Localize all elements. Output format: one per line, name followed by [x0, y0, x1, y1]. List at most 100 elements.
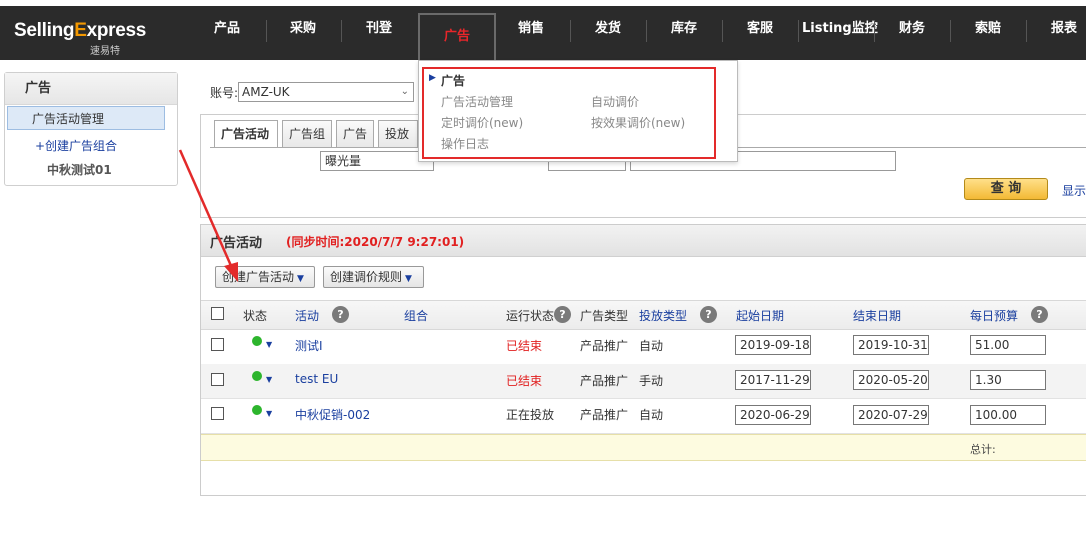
- query-button[interactable]: 查 询: [964, 178, 1048, 200]
- nav-item-listing-monitor[interactable]: Listing监控: [802, 14, 878, 44]
- nav-item-listing[interactable]: 刊登: [356, 14, 402, 44]
- nav-item-products[interactable]: 产品: [204, 14, 250, 44]
- nav-item-claims[interactable]: 索赔: [965, 14, 1011, 44]
- create-campaign-button[interactable]: 创建广告活动 ▼: [215, 266, 315, 288]
- page-root: SellingExpress 速易特 产品 采购 刊登 广告 销售 发货 库存 …: [0, 0, 1086, 550]
- nav-divider: [798, 20, 799, 42]
- column-daily-budget[interactable]: 每日预算: [970, 307, 1018, 324]
- column-run-status: 运行状态: [506, 309, 555, 323]
- status-dot-icon: [252, 405, 262, 415]
- menu-item-operation-log[interactable]: 操作日志: [441, 135, 489, 152]
- column-campaign[interactable]: 活动: [295, 307, 319, 324]
- daily-budget-input[interactable]: 51.00: [970, 335, 1046, 355]
- nav-divider: [950, 20, 951, 42]
- ad-type: 产品推广: [580, 339, 629, 353]
- status-menu-caret-icon[interactable]: ▼: [266, 375, 272, 384]
- select-all-checkbox[interactable]: [211, 307, 224, 320]
- tab-ads[interactable]: 广告: [336, 120, 374, 148]
- nav-item-reports[interactable]: 报表: [1042, 14, 1086, 44]
- caret-down-icon: ▼: [297, 274, 304, 284]
- status-menu-caret-icon[interactable]: ▼: [266, 340, 272, 349]
- end-date-input[interactable]: 2020-07-29: [853, 405, 929, 425]
- account-select[interactable]: AMZ-UK ⌄: [238, 82, 414, 102]
- end-date-input[interactable]: 2020-05-20: [853, 370, 929, 390]
- sidebar-title: 广告: [5, 73, 177, 105]
- column-end-date[interactable]: 结束日期: [853, 307, 901, 324]
- nav-item-purchasing[interactable]: 采购: [280, 14, 326, 44]
- nav-item-shipping[interactable]: 发货: [585, 14, 631, 44]
- create-campaign-label: 创建广告活动: [222, 270, 295, 284]
- menu-item-performance-bidding[interactable]: 按效果调价(new): [591, 114, 685, 131]
- show-link[interactable]: 显示: [1062, 182, 1086, 199]
- column-targeting-type[interactable]: 投放类型: [639, 307, 687, 324]
- account-label: 账号:: [210, 86, 239, 100]
- row-checkbox[interactable]: [211, 373, 224, 386]
- status-dot-icon: [252, 336, 262, 346]
- start-date-input[interactable]: 2019-09-18: [735, 335, 811, 355]
- sidebar-item-create-portfolio[interactable]: +创建广告组合: [35, 137, 117, 154]
- nav-item-inventory[interactable]: 库存: [661, 14, 707, 44]
- metric-select[interactable]: 曝光量: [320, 151, 434, 171]
- nav-item-customer-service[interactable]: 客服: [737, 14, 783, 44]
- daily-budget-input[interactable]: 1.30: [970, 370, 1046, 390]
- nav-item-advertising[interactable]: 广告: [418, 13, 496, 61]
- column-ad-type: 广告类型: [580, 309, 629, 323]
- nav-divider: [1026, 20, 1027, 42]
- tab-targeting[interactable]: 投放: [378, 120, 418, 148]
- brand-chinese-name: 速易特: [90, 46, 120, 57]
- start-date-input[interactable]: 2020-06-29: [735, 405, 811, 425]
- tab-campaigns[interactable]: 广告活动: [214, 120, 278, 148]
- nav-divider: [646, 20, 647, 42]
- campaign-name-link[interactable]: test EU: [295, 372, 338, 386]
- help-icon[interactable]: ?: [1031, 306, 1048, 323]
- targeting-type: 自动: [639, 408, 664, 422]
- caret-down-icon: ▼: [405, 274, 412, 284]
- chevron-down-icon: ⌄: [400, 86, 409, 97]
- total-label: 总计:: [970, 443, 996, 456]
- nav-item-finance[interactable]: 财务: [889, 14, 935, 44]
- sidebar-item-portfolio[interactable]: 中秋测试01: [47, 161, 112, 178]
- campaign-name-link[interactable]: 测试I: [295, 337, 323, 354]
- run-status: 正在投放: [506, 408, 555, 422]
- column-status: 状态: [243, 309, 268, 323]
- targeting-type: 手动: [639, 374, 664, 388]
- menu-item-auto-bidding[interactable]: 自动调价: [591, 93, 639, 110]
- nav-divider: [570, 20, 571, 42]
- run-status: 已结束: [506, 339, 543, 353]
- nav-item-sales[interactable]: 销售: [508, 14, 554, 44]
- nav-divider: [874, 20, 875, 42]
- column-start-date[interactable]: 起始日期: [736, 307, 784, 324]
- run-status: 已结束: [506, 374, 543, 388]
- campaign-name-link[interactable]: 中秋促销-002: [295, 406, 370, 423]
- ad-type: 产品推广: [580, 374, 629, 388]
- sidebar-item-campaign-management[interactable]: 广告活动管理: [7, 106, 165, 130]
- help-icon[interactable]: ?: [554, 306, 571, 323]
- menu-item-campaign-management[interactable]: 广告活动管理: [441, 93, 513, 110]
- total-row: [201, 434, 1086, 461]
- tab-ad-groups[interactable]: 广告组: [282, 120, 332, 148]
- help-icon[interactable]: ?: [332, 306, 349, 323]
- account-select-value: AMZ-UK: [242, 85, 290, 99]
- ad-type: 产品推广: [580, 408, 629, 422]
- create-rule-label: 创建调价规则: [330, 270, 403, 284]
- menu-item-scheduled-bidding[interactable]: 定时调价(new): [441, 114, 523, 131]
- menu-bullet-icon: ▶: [429, 73, 436, 83]
- sync-time: (同步时间:2020/7/7 9:27:01): [286, 235, 465, 249]
- row-checkbox[interactable]: [211, 407, 224, 420]
- nav-divider: [341, 20, 342, 42]
- brand-name: SellingExpress: [14, 20, 147, 41]
- nav-divider: [722, 20, 723, 42]
- column-portfolio[interactable]: 组合: [404, 307, 428, 324]
- row-checkbox[interactable]: [211, 338, 224, 351]
- targeting-type: 自动: [639, 339, 664, 353]
- status-dot-icon: [252, 371, 262, 381]
- start-date-input[interactable]: 2017-11-29: [735, 370, 811, 390]
- daily-budget-input[interactable]: 100.00: [970, 405, 1046, 425]
- dropdown-heading: 广告: [441, 74, 466, 88]
- end-date-input[interactable]: 2019-10-31: [853, 335, 929, 355]
- help-icon[interactable]: ?: [700, 306, 717, 323]
- sidebar: 广告 广告活动管理 +创建广告组合 中秋测试01: [4, 72, 178, 186]
- nav-divider: [266, 20, 267, 42]
- create-rule-button[interactable]: 创建调价规则 ▼: [323, 266, 424, 288]
- status-menu-caret-icon[interactable]: ▼: [266, 409, 272, 418]
